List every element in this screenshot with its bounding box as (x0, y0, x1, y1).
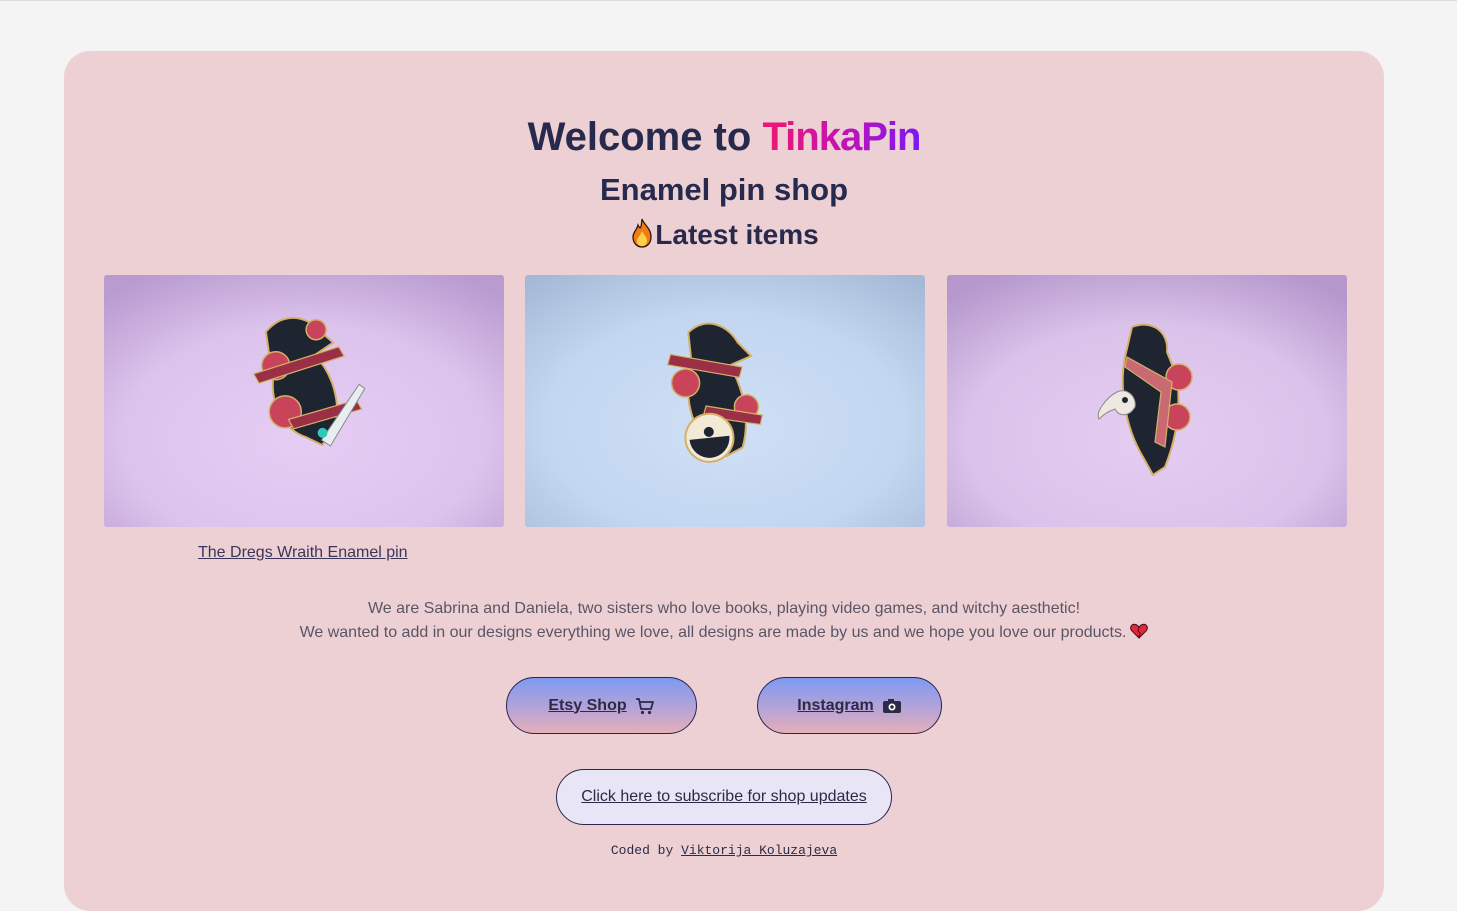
subscribe-button[interactable]: Click here to subscribe for shop updates (556, 769, 892, 825)
page-subtitle: Enamel pin shop (599, 172, 849, 207)
latest-items-heading: Latest items (64, 217, 1384, 253)
heart-icon (1130, 623, 1149, 639)
about-line-1: We are Sabrina and Daniela, two sisters … (367, 600, 1081, 617)
fire-icon (629, 218, 655, 248)
main-card: Welcome to TinkaPin Enamel pin shop Late… (64, 51, 1384, 911)
footer-prefix: Coded by (610, 843, 674, 858)
window-top-border (0, 0, 1457, 1)
latest-items-gallery (104, 275, 1347, 527)
etsy-shop-button[interactable]: Etsy Shop (506, 677, 697, 734)
about-line-2: We wanted to add in our designs everythi… (64, 621, 1384, 645)
camera-icon (882, 697, 902, 715)
brand-name: TinkaPin (762, 115, 921, 159)
page-title: Welcome to TinkaPin (64, 113, 1384, 161)
author-link[interactable]: Viktorija Koluzajeva (681, 843, 837, 858)
footer-credit: Coded by Viktorija Koluzajeva (64, 843, 1384, 858)
pin-image-dregs-wraith[interactable] (104, 275, 504, 527)
instagram-label: Instagram (797, 696, 874, 714)
pin-link-dregs-wraith[interactable]: The Dregs Wraith Enamel pin (198, 544, 408, 562)
latest-items-label: Latest items (655, 219, 819, 250)
pin-image-raven-plague-mask[interactable] (947, 275, 1347, 527)
etsy-shop-label: Etsy Shop (548, 696, 627, 714)
about-text: We are Sabrina and Daniela, two sisters … (64, 597, 1384, 645)
cart-icon (635, 697, 655, 715)
pin-image-raven-potion[interactable] (525, 275, 925, 527)
about-line-2-text: We wanted to add in our designs everythi… (299, 624, 1127, 641)
instagram-button[interactable]: Instagram (757, 677, 942, 734)
title-prefix: Welcome to (527, 115, 752, 159)
